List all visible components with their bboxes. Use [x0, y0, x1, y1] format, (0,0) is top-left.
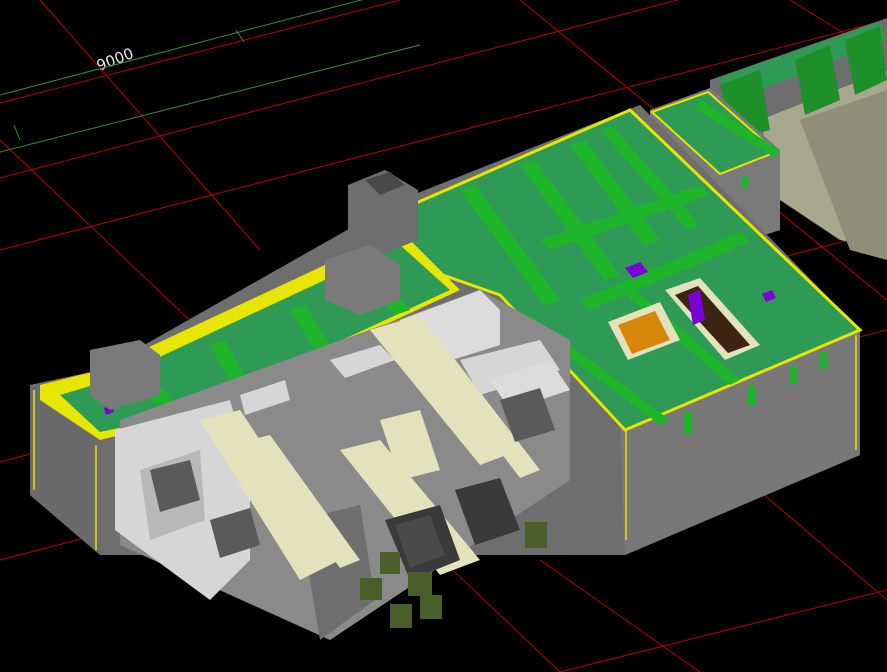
dimension-lines — [0, 0, 421, 153]
3d-model-viewport[interactable] — [0, 0, 887, 672]
